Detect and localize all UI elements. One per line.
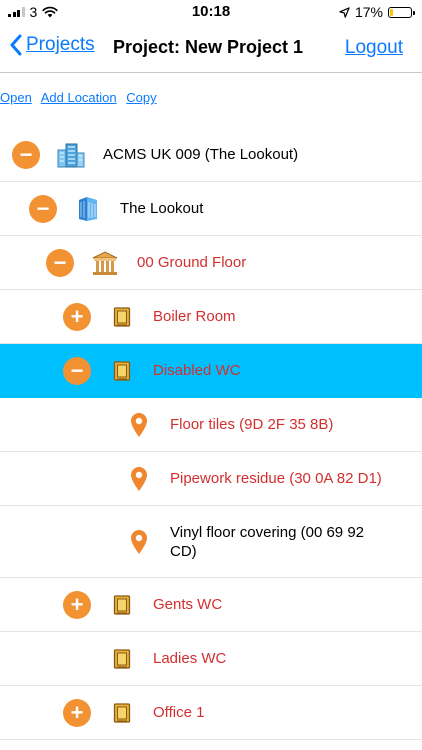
- tree-row[interactable]: + Office 1: [0, 686, 422, 740]
- logout-button[interactable]: Logout: [345, 37, 403, 59]
- location-pin-icon: [130, 529, 148, 560]
- collapse-button[interactable]: −: [46, 249, 74, 277]
- chevron-left-icon: [10, 34, 22, 56]
- status-right: 17%: [339, 4, 415, 20]
- tree-row-label: Ladies WC: [153, 650, 227, 667]
- location-tree: − ACMS UK 009 (The Lookout) − The Lookout − 0…: [0, 128, 422, 740]
- tree-row-label: Disabled WC: [153, 362, 241, 379]
- tree-row[interactable]: − The Lookout: [0, 182, 422, 236]
- location-pin-icon: [130, 466, 148, 497]
- room-icon: [113, 306, 131, 333]
- room-icon: [113, 360, 131, 387]
- tree-row-label: Office 1: [153, 704, 205, 721]
- copy-link[interactable]: Copy: [126, 90, 156, 105]
- room-icon: [113, 702, 131, 729]
- expand-button[interactable]: +: [63, 303, 91, 331]
- tree-row-label: ACMS UK 009 (The Lookout): [103, 146, 299, 163]
- tree-row[interactable]: − ACMS UK 009 (The Lookout): [0, 128, 422, 182]
- navigation-bar: Projects Project: New Project 1 Logout: [0, 24, 422, 73]
- battery-icon: [388, 6, 415, 18]
- add-location-link[interactable]: Add Location: [41, 90, 117, 105]
- tree-row-label: The Lookout: [120, 200, 204, 217]
- tree-row[interactable]: + Boiler Room: [0, 290, 422, 344]
- tree-row-label: Gents WC: [153, 596, 223, 613]
- tree-row[interactable]: − Disabled WC: [0, 344, 422, 398]
- tree-row-label: Pipework residue (30 0A 82 D1): [170, 470, 382, 487]
- back-button[interactable]: Projects: [10, 34, 95, 56]
- collapse-button[interactable]: −: [63, 357, 91, 385]
- tree-row[interactable]: + Gents WC: [0, 578, 422, 632]
- floor-icon: [91, 250, 119, 281]
- open-link[interactable]: Open: [0, 90, 32, 105]
- expand-button[interactable]: +: [63, 591, 91, 619]
- tree-row[interactable]: − 00 Ground Floor: [0, 236, 422, 290]
- tree-row[interactable]: Ladies WC: [0, 632, 422, 686]
- office-building-icon: [56, 141, 86, 174]
- action-toolbar: Open Add Location Copy: [0, 90, 163, 105]
- location-arrow-icon: [339, 6, 350, 18]
- tree-row[interactable]: Vinyl floor covering (00 69 92 CD): [0, 506, 422, 578]
- battery-percent: 17%: [354, 4, 383, 20]
- status-bar: 3 10:18 17%: [0, 0, 422, 24]
- tree-row[interactable]: Pipework residue (30 0A 82 D1): [0, 452, 422, 506]
- expand-button[interactable]: +: [63, 699, 91, 727]
- back-button-label[interactable]: Projects: [26, 34, 95, 56]
- tree-row-label: Boiler Room: [153, 308, 236, 325]
- collapse-button[interactable]: −: [12, 141, 40, 169]
- tree-row[interactable]: Floor tiles (9D 2F 35 8B): [0, 398, 422, 452]
- page-title: Project: New Project 1: [113, 37, 304, 57]
- building-icon: [76, 195, 100, 228]
- tree-row-label: Vinyl floor covering (00 69 92 CD): [170, 524, 365, 560]
- room-icon: [113, 648, 131, 675]
- room-icon: [113, 594, 131, 621]
- location-pin-icon: [130, 412, 148, 443]
- tree-row-label: Floor tiles (9D 2F 35 8B): [170, 416, 334, 433]
- tree-row-label: 00 Ground Floor: [137, 254, 247, 271]
- collapse-button[interactable]: −: [29, 195, 57, 223]
